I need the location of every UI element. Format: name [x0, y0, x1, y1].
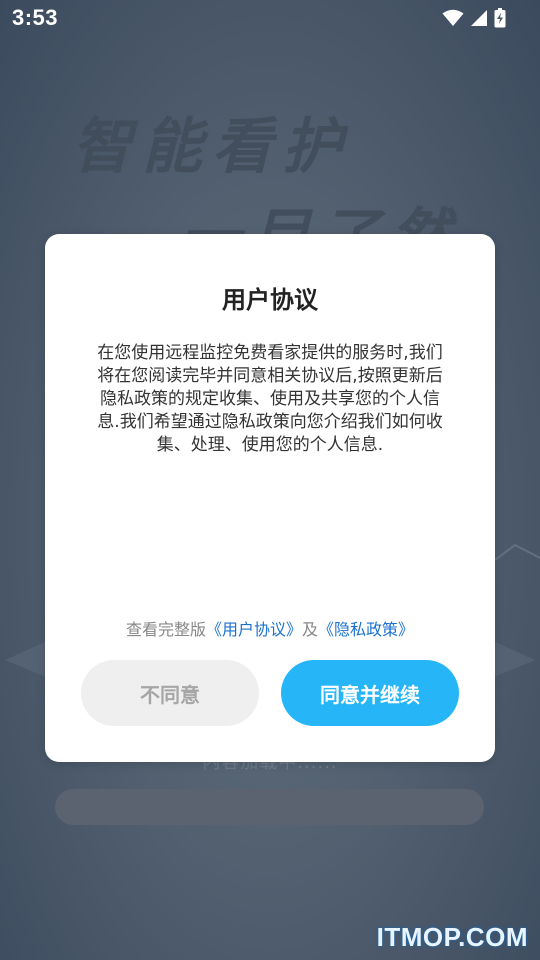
privacy-policy-link[interactable]: 《隐私政策》: [318, 620, 414, 639]
dialog-body-text: 在您使用远程监控免费看家提供的服务时,我们 将在您阅读完毕并同意相关协议后,按照…: [87, 342, 453, 457]
body-line: 将在您阅读完毕并同意相关协议后,按照更新后: [97, 366, 443, 386]
disagree-button[interactable]: 不同意: [81, 660, 259, 726]
watermark-text: ITMOP.COM: [376, 922, 528, 952]
body-line: 息.我们希望通过隐私政策向您介绍我们如何收: [97, 412, 443, 432]
status-bar: 3:53: [0, 0, 540, 40]
cellular-signal-icon: [471, 10, 487, 26]
user-agreement-link[interactable]: 《用户协议》: [206, 620, 302, 639]
links-connector: 及: [302, 620, 319, 639]
body-line: 集、处理、使用您的个人信息.: [156, 435, 384, 455]
agreement-links-row: 查看完整版《用户协议》及《隐私政策》: [45, 616, 495, 640]
background-slogan-line1: 智能看护: [72, 112, 352, 182]
battery-charging-icon: [494, 8, 506, 28]
wifi-icon: [442, 9, 464, 26]
screen: 智能看护 一目了然 内容加载中...... 3:53 ITMOP.COM 用户协…: [0, 0, 540, 960]
body-line: 隐私政策的规定收集、使用及共享您的个人信: [100, 389, 440, 409]
dialog-title: 用户协议: [222, 286, 318, 314]
deco-line: [494, 543, 540, 561]
loading-progress-bar: [55, 789, 484, 825]
status-time: 3:53: [12, 5, 59, 30]
links-prefix: 查看完整版: [125, 620, 206, 639]
agree-continue-button[interactable]: 同意并继续: [281, 660, 459, 726]
user-agreement-dialog: 用户协议 在您使用远程监控免费看家提供的服务时,我们 将在您阅读完毕并同意相关协…: [45, 234, 495, 762]
body-line: 在您使用远程监控免费看家提供的服务时,我们: [97, 343, 443, 363]
status-icons: [442, 7, 506, 29]
